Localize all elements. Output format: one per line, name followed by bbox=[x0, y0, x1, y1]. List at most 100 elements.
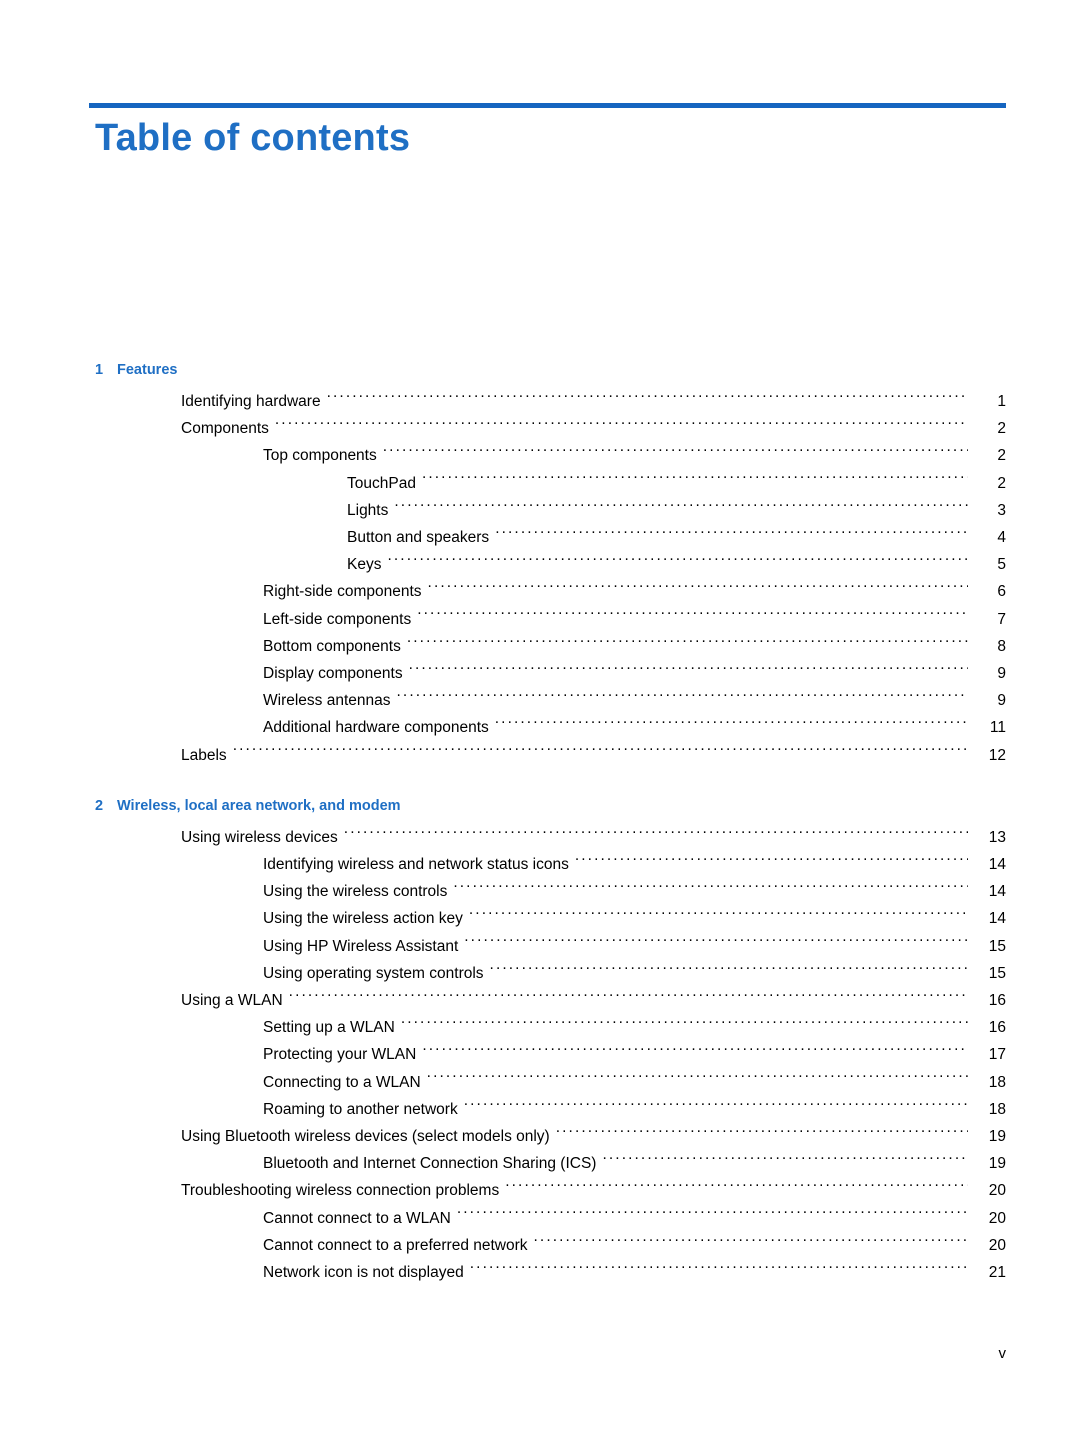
toc-entry-label: Cannot connect to a WLAN bbox=[263, 1209, 451, 1227]
toc-entry-page-number: 14 bbox=[988, 856, 1006, 874]
toc-entry-page-number: 9 bbox=[997, 692, 1006, 710]
toc-entry-page-number: 20 bbox=[988, 1236, 1006, 1254]
toc-entry[interactable]: Labels 12 bbox=[95, 742, 1006, 769]
toc-entry-page-number: 6 bbox=[997, 583, 1006, 601]
toc-entry[interactable]: Cannot connect to a WLAN 20 bbox=[95, 1205, 1006, 1232]
toc-entry-label: Cannot connect to a preferred network bbox=[263, 1236, 528, 1254]
toc-entry[interactable]: Button and speakers 4 bbox=[95, 524, 1006, 551]
toc-chapter: 2 Wireless, local area network, and modem… bbox=[95, 798, 1006, 1286]
toc-leader-dots bbox=[422, 1044, 968, 1060]
toc-entry[interactable]: Connecting to a WLAN 18 bbox=[95, 1069, 1006, 1096]
toc-entry-page-number: 7 bbox=[997, 610, 1006, 628]
toc-entry-page-number: 19 bbox=[988, 1128, 1006, 1146]
toc-entry-label: Labels bbox=[181, 746, 227, 764]
toc-entry[interactable]: Additional hardware components 11 bbox=[95, 714, 1006, 741]
toc-entry-label: Additional hardware components bbox=[263, 719, 489, 737]
toc-leader-dots bbox=[556, 1126, 968, 1142]
toc-entry-page-number: 15 bbox=[988, 964, 1006, 982]
toc-entry-label: Using the wireless action key bbox=[263, 910, 463, 928]
toc-entry[interactable]: Keys 5 bbox=[95, 551, 1006, 578]
toc-entry[interactable]: Display components 9 bbox=[95, 660, 1006, 687]
toc-entry-page-number: 1 bbox=[997, 393, 1006, 410]
toc-chapter-title: Wireless, local area network, and modem bbox=[117, 797, 401, 814]
toc-entry-label: Wireless antennas bbox=[263, 692, 391, 710]
toc-entry[interactable]: Cannot connect to a preferred network 20 bbox=[95, 1232, 1006, 1259]
toc-leader-dots bbox=[422, 472, 968, 488]
toc-chapter-title: Features bbox=[117, 362, 178, 378]
toc-leader-dots bbox=[394, 499, 968, 515]
toc-entry[interactable]: Bottom components 8 bbox=[95, 633, 1006, 660]
toc-entry[interactable]: Using operating system controls 15 bbox=[95, 960, 1006, 987]
page-number-footer: v bbox=[998, 1345, 1007, 1362]
toc-entry-label: Using Bluetooth wireless devices (select… bbox=[181, 1128, 550, 1146]
toc-leader-dots bbox=[397, 690, 968, 706]
toc-entry[interactable]: Top components 2 bbox=[95, 442, 1006, 469]
toc-entry-label: Keys bbox=[347, 556, 382, 574]
toc-entry-label: Bluetooth and Internet Connection Sharin… bbox=[263, 1155, 597, 1173]
toc-entry-page-number: 12 bbox=[988, 746, 1006, 764]
toc-entry-page-number: 2 bbox=[997, 447, 1006, 465]
toc-leader-dots bbox=[602, 1153, 968, 1169]
toc-entry-page-number: 17 bbox=[988, 1046, 1006, 1064]
toc-leader-dots bbox=[289, 990, 968, 1006]
toc-entry-label: Using a WLAN bbox=[181, 992, 283, 1010]
toc-entry[interactable]: Network icon is not displayed 21 bbox=[95, 1259, 1006, 1286]
toc-entry[interactable]: Using a WLAN 16 bbox=[95, 987, 1006, 1014]
toc-entry[interactable]: Protecting your WLAN 17 bbox=[95, 1041, 1006, 1068]
toc-entry-page-number: 19 bbox=[988, 1155, 1006, 1173]
toc-entry-page-number: 13 bbox=[988, 828, 1006, 846]
toc-entry-page-number: 4 bbox=[997, 529, 1006, 547]
toc-chapter-heading[interactable]: 2 Wireless, local area network, and modem bbox=[95, 798, 1006, 814]
toc-entry-page-number: 2 bbox=[997, 420, 1006, 438]
toc-leader-dots bbox=[275, 418, 968, 434]
toc-entry-label: Display components bbox=[263, 665, 403, 683]
toc-entry[interactable]: Identifying wireless and network status … bbox=[95, 851, 1006, 878]
toc-entry-page-number: 15 bbox=[988, 937, 1006, 955]
toc-entry-label: Using the wireless controls bbox=[263, 883, 448, 901]
toc-entry-label: Identifying wireless and network status … bbox=[263, 856, 569, 874]
toc-entry[interactable]: Using Bluetooth wireless devices (select… bbox=[95, 1123, 1006, 1150]
toc-entry-page-number: 20 bbox=[988, 1182, 1006, 1200]
toc-entry[interactable]: Identifying hardware 1 bbox=[95, 388, 1006, 415]
toc-leader-dots bbox=[428, 581, 968, 597]
toc-entry-label: TouchPad bbox=[347, 474, 416, 492]
toc-entry-page-number: 8 bbox=[997, 637, 1006, 655]
toc-chapter-heading[interactable]: 1 Features bbox=[95, 362, 1006, 378]
toc-entry[interactable]: Using wireless devices 13 bbox=[95, 824, 1006, 851]
toc-entry[interactable]: Right-side components 6 bbox=[95, 578, 1006, 605]
toc-entry-label: Using HP Wireless Assistant bbox=[263, 937, 459, 955]
toc-entry[interactable]: Lights 3 bbox=[95, 497, 1006, 524]
toc-leader-dots bbox=[534, 1234, 968, 1250]
toc-entry[interactable]: Using HP Wireless Assistant 15 bbox=[95, 933, 1006, 960]
toc-leader-dots bbox=[344, 826, 968, 842]
toc-leader-dots bbox=[407, 635, 968, 651]
toc-leader-dots bbox=[427, 1071, 968, 1087]
toc-entry-label: Components bbox=[181, 420, 269, 438]
toc-entry-label: Lights bbox=[347, 501, 389, 519]
toc-entry-page-number: 16 bbox=[988, 1019, 1006, 1037]
toc-leader-dots bbox=[505, 1180, 968, 1196]
toc-leader-dots bbox=[457, 1207, 968, 1223]
toc-chapter-number: 2 bbox=[95, 797, 104, 814]
toc-entry[interactable]: Using the wireless action key 14 bbox=[95, 905, 1006, 932]
toc-entry-page-number: 20 bbox=[988, 1209, 1006, 1227]
toc-entry-label: Protecting your WLAN bbox=[263, 1046, 417, 1064]
page-title: Table of contents bbox=[95, 117, 411, 159]
toc-leader-dots bbox=[469, 908, 968, 924]
toc-entry[interactable]: Bluetooth and Internet Connection Sharin… bbox=[95, 1150, 1006, 1177]
toc-entry[interactable]: Wireless antennas 9 bbox=[95, 687, 1006, 714]
toc-leader-dots bbox=[409, 663, 968, 679]
toc-entry[interactable]: Using the wireless controls 14 bbox=[95, 878, 1006, 905]
toc-entry-page-number: 14 bbox=[988, 883, 1006, 901]
toc-chapter-spacer bbox=[95, 771, 1006, 798]
toc-entry[interactable]: Roaming to another network 18 bbox=[95, 1096, 1006, 1123]
toc-entry[interactable]: Components 2 bbox=[95, 415, 1006, 442]
toc-entry[interactable]: TouchPad 2 bbox=[95, 470, 1006, 497]
toc-entry[interactable]: Left-side components 7 bbox=[95, 606, 1006, 633]
toc-entry[interactable]: Troubleshooting wireless connection prob… bbox=[95, 1177, 1006, 1204]
toc-entry-page-number: 3 bbox=[997, 501, 1006, 519]
toc-leader-dots bbox=[387, 554, 968, 570]
toc-entry-label: Setting up a WLAN bbox=[263, 1019, 395, 1037]
toc-entry[interactable]: Setting up a WLAN 16 bbox=[95, 1014, 1006, 1041]
toc-chapter: 1 FeaturesIdentifying hardware 1 Components… bbox=[95, 362, 1006, 769]
